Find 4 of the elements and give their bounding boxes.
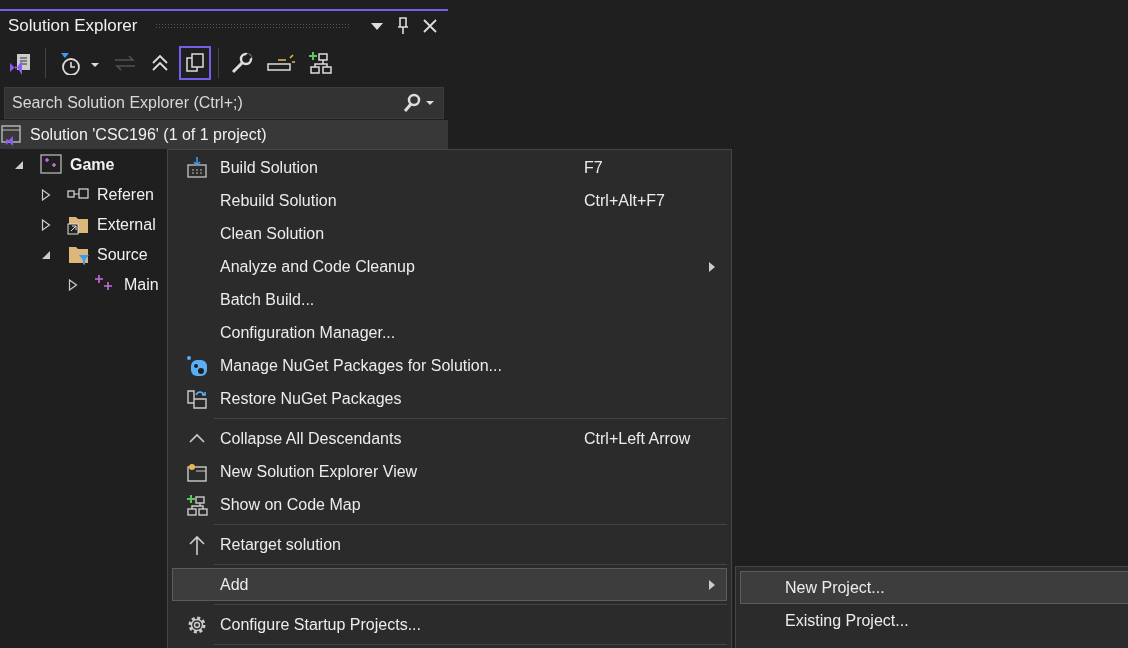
panel-title: Solution Explorer [8, 16, 138, 36]
shortcut-text: F7 [584, 158, 603, 177]
shortcut-text: Ctrl+Alt+F7 [584, 191, 665, 210]
shortcut-text: Ctrl+Left Arrow [584, 429, 691, 448]
